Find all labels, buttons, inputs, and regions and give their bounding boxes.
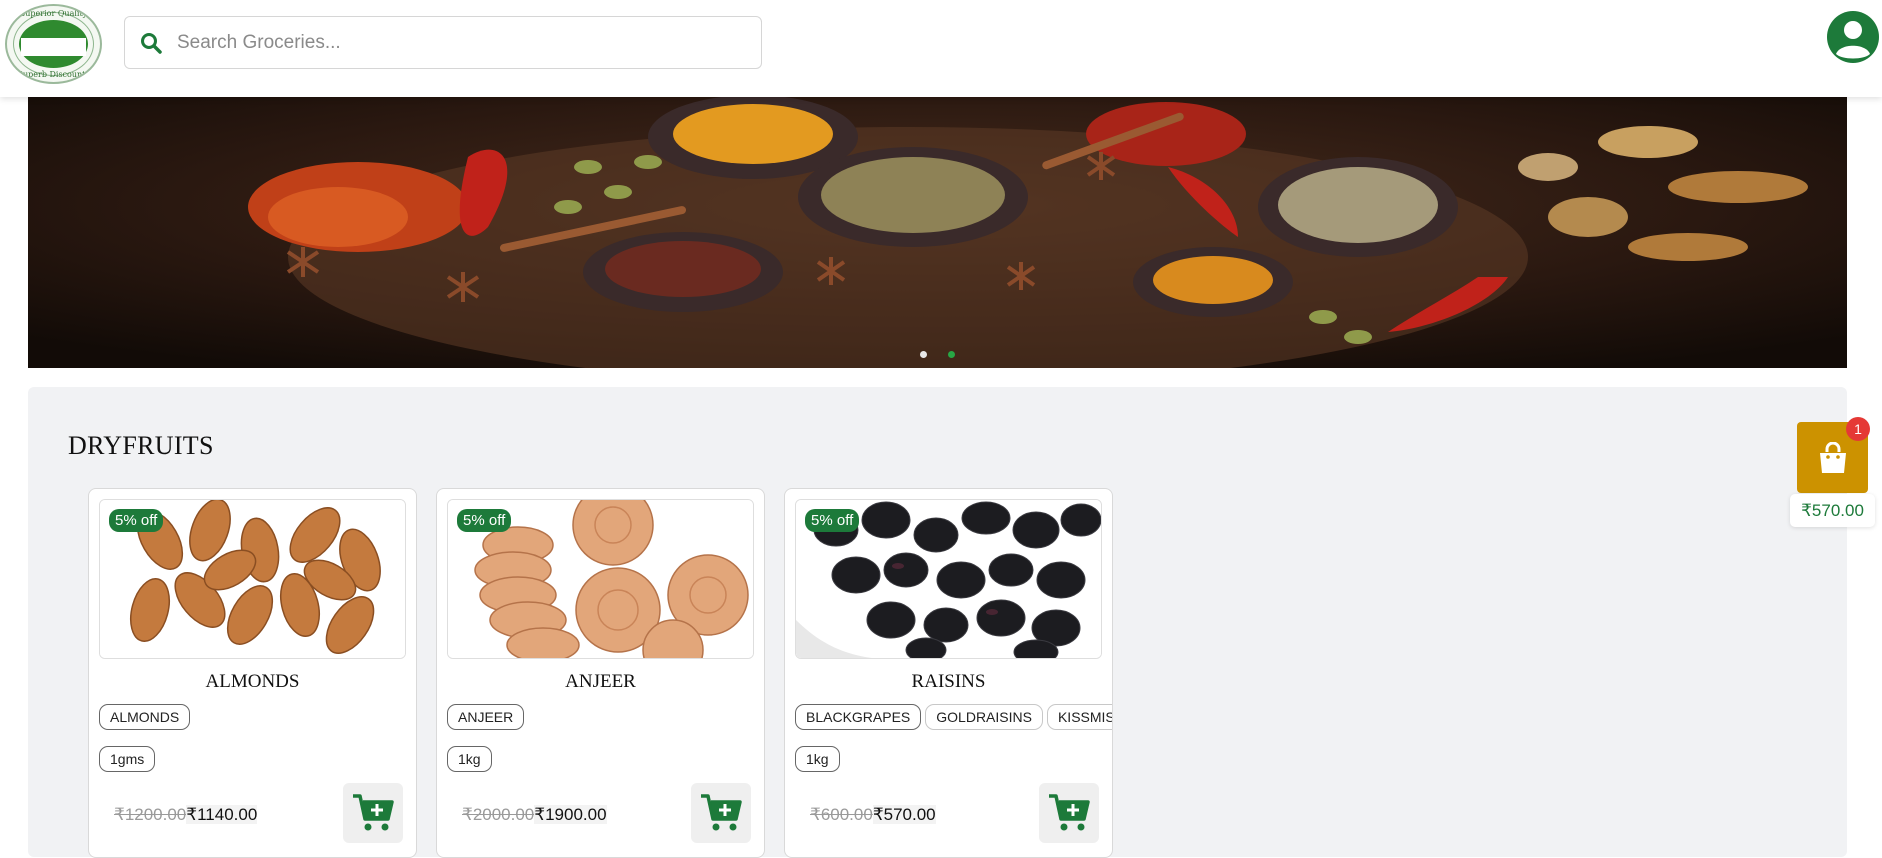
search-bar[interactable] — [124, 16, 762, 69]
carousel-dots — [28, 345, 1847, 363]
search-icon — [141, 33, 162, 54]
product-name: ALMONDS — [205, 671, 300, 692]
add-to-cart-button[interactable] — [691, 783, 751, 843]
variant-chips: ALMONDS — [99, 704, 194, 730]
weight-chip[interactable]: 1kg — [795, 746, 840, 772]
weight-chips: 1kg — [795, 746, 844, 772]
discount-badge: 5% off — [805, 509, 860, 532]
shopping-bag-icon — [1820, 442, 1846, 473]
variant-chip[interactable]: KISSMIS — [1046, 704, 1112, 730]
section-title: DRYFRUITS — [68, 431, 214, 460]
product-image[interactable]: 5% off — [447, 499, 754, 659]
discounted-price: ₹1140.00 — [186, 805, 258, 824]
spices-banner-image — [28, 97, 1847, 368]
price-block: ₹2000.00₹1900.00 — [462, 805, 607, 825]
original-price: ₹600.00 — [810, 805, 873, 824]
carousel-dot-2[interactable] — [947, 351, 955, 358]
variant-chip[interactable]: ALMONDS — [99, 704, 191, 730]
user-avatar-icon[interactable] — [1826, 10, 1880, 64]
logo-band-inner — [21, 38, 86, 56]
product-name: ANJEER — [565, 671, 636, 692]
product-card-anjeer[interactable]: 5% off ANJEER ANJEER 1kg ₹2000.00₹1900.0… — [436, 488, 765, 858]
carousel-dot-1[interactable] — [920, 351, 928, 358]
brand-logo[interactable]: Superior Quality Superb Discounts — [5, 4, 102, 84]
product-image[interactable]: 5% off — [99, 499, 406, 659]
product-image[interactable]: 5% off — [795, 499, 1102, 659]
variant-chip[interactable]: GOLDRAISINS — [925, 704, 1043, 730]
cart-plus-icon — [701, 794, 742, 831]
variant-chips: BLACKGRAPES GOLDRAISINS KISSMIS — [795, 704, 1112, 730]
search-input[interactable] — [177, 25, 747, 61]
cart-plus-icon — [1049, 794, 1090, 831]
logo-top-text: Superior Quality — [19, 9, 88, 18]
original-price: ₹2000.00 — [462, 805, 535, 824]
discounted-price: ₹570.00 — [872, 805, 936, 824]
add-to-cart-button[interactable] — [1039, 783, 1099, 843]
weight-chip[interactable]: 1gms — [99, 746, 156, 772]
discount-badge: 5% off — [109, 509, 164, 532]
cart-total[interactable]: ₹570.00 — [1790, 494, 1875, 527]
weight-chip[interactable]: 1kg — [447, 746, 492, 772]
variant-chips: ANJEER — [447, 704, 528, 730]
product-card-almonds[interactable]: 5% off ALMONDS ALMONDS 1gms ₹1200.00₹114… — [88, 488, 417, 858]
logo-bottom-text: Superb Discounts — [17, 70, 90, 79]
discount-badge: 5% off — [457, 509, 512, 532]
product-name: RAISINS — [911, 671, 986, 692]
original-price: ₹1200.00 — [114, 805, 187, 824]
category-section: DRYFRUITS 5% off ALMONDS ALMONDS 1gms ₹1… — [28, 387, 1847, 858]
product-card-raisins[interactable]: 5% off RAISINS BLACKGRAPES GOLDRAISINS KIS… — [784, 488, 1113, 858]
weight-chips: 1gms — [99, 746, 159, 772]
add-to-cart-button[interactable] — [343, 783, 403, 843]
weight-chips: 1kg — [447, 746, 496, 772]
variant-chip[interactable]: ANJEER — [447, 704, 525, 730]
discounted-price: ₹1900.00 — [534, 805, 607, 824]
price-block: ₹600.00₹570.00 — [810, 805, 936, 825]
variant-chip[interactable]: BLACKGRAPES — [795, 704, 922, 730]
price-block: ₹1200.00₹1140.00 — [114, 805, 258, 825]
cart-plus-icon — [353, 794, 394, 831]
hero-banner — [28, 97, 1847, 368]
cart-count-badge: 1 — [1846, 417, 1870, 441]
top-header: Superior Quality Superb Discounts — [0, 0, 1882, 97]
